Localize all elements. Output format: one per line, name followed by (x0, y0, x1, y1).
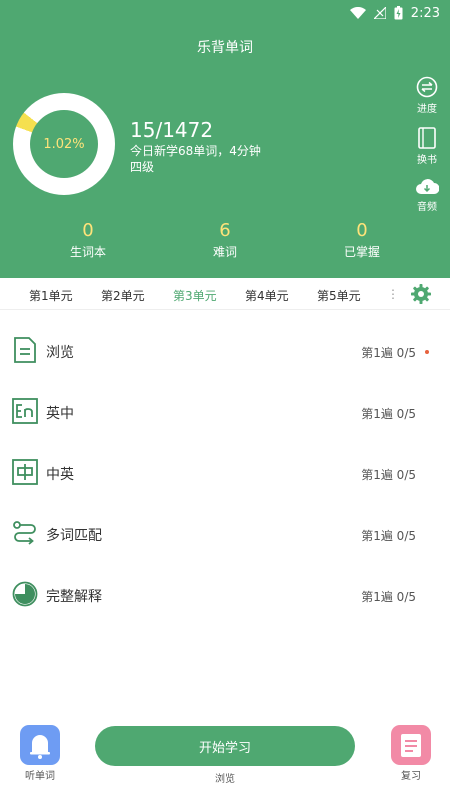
mode-browse-label: 浏览 (46, 345, 74, 361)
document-icon (14, 337, 36, 363)
progress-button[interactable]: 进度 (410, 76, 444, 115)
audio-button[interactable]: 音频 (410, 178, 444, 213)
unit-tabs: 第1单元 第2单元 第3单元 第4单元 第5单元 ⋮ (0, 278, 450, 310)
progress-icon (416, 76, 438, 98)
review-label: 复习 (401, 771, 421, 782)
no-signal-icon (373, 7, 386, 19)
mode-multi-match[interactable]: 多词匹配 第1遍 0/5 (0, 509, 450, 559)
header-panel: 2:23 乐背单词 1.02% 15/1472 今日新学68单词，4分钟 四级 … (0, 0, 450, 278)
tab-unit-2[interactable]: 第2单元 (101, 287, 145, 304)
mode-zh-en-label: 中英 (46, 467, 74, 483)
stat-mastered[interactable]: 0 已掌握 (287, 220, 437, 260)
review-notebook-icon (391, 725, 431, 765)
tab-unit-1[interactable]: 第1单元 (29, 287, 73, 304)
stat-hard-words-value: 6 (219, 220, 231, 241)
mode-browse[interactable]: 浏览 第1遍 0/5 (0, 326, 450, 376)
review-button[interactable]: 复习 (388, 725, 434, 782)
audio-download-icon (416, 179, 439, 194)
match-route-icon (13, 521, 36, 545)
stat-new-words-value: 0 (82, 220, 94, 241)
start-learning-button[interactable]: 开始学习 (95, 726, 355, 766)
today-summary: 今日新学68单词，4分钟 (130, 144, 261, 158)
browse-caption: 浏览 (215, 774, 235, 785)
progress-button-label: 进度 (417, 104, 437, 115)
tab-unit-4[interactable]: 第4单元 (245, 287, 289, 304)
change-book-label: 换书 (417, 155, 437, 166)
tab-unit-5[interactable]: 第5单元 (317, 287, 361, 304)
status-bar: 2:23 (349, 4, 440, 22)
progress-percent: 1.02% (30, 110, 98, 178)
level-label: 四级 (130, 160, 155, 174)
stat-hard-words[interactable]: 6 难词 (150, 220, 300, 260)
mode-multi-match-progress: 第1遍 0/5 (361, 529, 416, 543)
settings-gear-icon[interactable] (410, 283, 432, 305)
mode-en-zh-label: 英中 (46, 406, 74, 422)
listen-words-button[interactable]: 听单词 (17, 725, 63, 782)
stat-new-words-label: 生词本 (69, 245, 106, 259)
mode-browse-progress: 第1遍 0/5 (361, 346, 416, 360)
change-book-button[interactable]: 换书 (410, 127, 444, 166)
audio-label: 音频 (417, 202, 437, 213)
stat-hard-words-label: 难词 (212, 245, 237, 259)
stat-mastered-value: 0 (356, 220, 368, 241)
app-title: 乐背单词 (197, 40, 253, 56)
mode-zh-en-progress: 第1遍 0/5 (361, 468, 416, 482)
bell-icon (20, 725, 60, 765)
mode-multi-match-label: 多词匹配 (46, 528, 102, 544)
mode-full-explain[interactable]: 完整解释 第1遍 0/5 (0, 570, 450, 620)
mode-zh-en[interactable]: 中英 第1遍 0/5 (0, 448, 450, 498)
wifi-icon (349, 7, 366, 19)
mode-full-explain-label: 完整解释 (46, 589, 102, 605)
book-icon (418, 127, 436, 149)
mode-en-zh-progress: 第1遍 0/5 (361, 407, 416, 421)
progress-ring: 1.02% (13, 93, 115, 195)
battery-charging-icon (394, 6, 403, 20)
en-icon (12, 398, 38, 424)
clock: 2:23 (410, 5, 440, 21)
stat-new-words[interactable]: 0 生词本 (13, 220, 163, 260)
zh-icon (12, 459, 38, 485)
mode-full-explain-progress: 第1遍 0/5 (361, 590, 416, 604)
pie-icon (12, 581, 38, 607)
tab-unit-3[interactable]: 第3单元 (173, 287, 217, 304)
unread-dot (425, 350, 429, 354)
more-units-icon[interactable]: ⋮ (387, 287, 399, 301)
listen-words-label: 听单词 (25, 771, 55, 782)
stat-mastered-label: 已掌握 (343, 245, 380, 259)
progress-count: 15/1472 (130, 118, 214, 142)
mode-en-zh[interactable]: 英中 第1遍 0/5 (0, 387, 450, 437)
